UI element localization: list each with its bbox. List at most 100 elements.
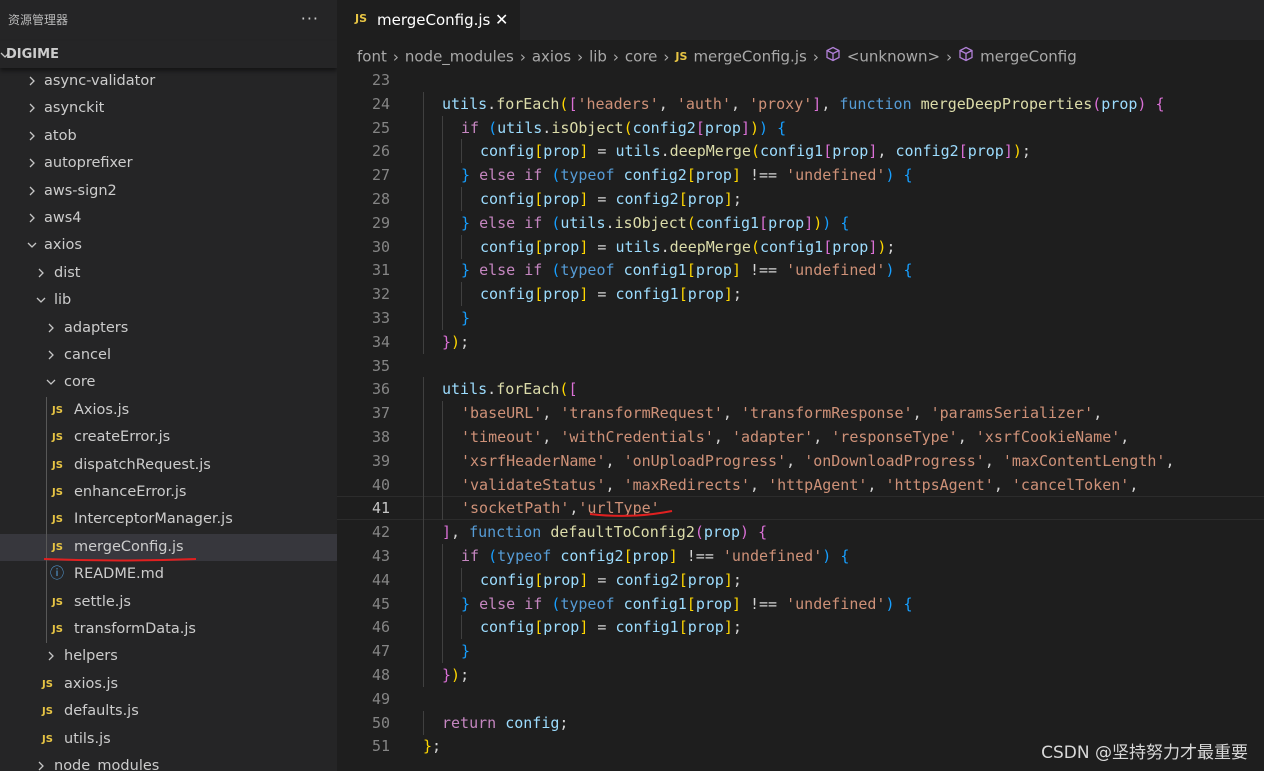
tree-file[interactable]: JS createError.js bbox=[0, 424, 337, 451]
tree-file[interactable]: ⓘ README.md bbox=[0, 561, 337, 588]
tree-file[interactable]: JS enhanceError.js bbox=[0, 479, 337, 506]
tree-file[interactable]: JS InterceptorManager.js bbox=[0, 506, 337, 533]
chevron-right-icon[interactable] bbox=[26, 123, 38, 150]
tree-file[interactable]: JS defaults.js bbox=[0, 698, 337, 725]
chevron-right-icon[interactable] bbox=[26, 150, 38, 177]
breadcrumb-item[interactable]: JS mergeConfig.js bbox=[675, 47, 806, 66]
code-line[interactable]: 40 'validateStatus', 'maxRedirects', 'htt… bbox=[337, 472, 1264, 497]
breadcrumb-item[interactable]: axios bbox=[532, 47, 571, 66]
line-number: 46 bbox=[371, 618, 390, 637]
code-line[interactable]: 35 bbox=[337, 354, 1264, 378]
code-line[interactable]: 38 'timeout', 'withCredentials', 'adapter… bbox=[337, 425, 1264, 449]
chevron-right-icon[interactable] bbox=[45, 342, 57, 369]
code-line[interactable]: 41'socketPath','urlType' bbox=[337, 496, 1264, 521]
code-line[interactable]: 39 'xsrfHeaderName', 'onUploadProgress', … bbox=[337, 448, 1264, 473]
chevron-right-icon[interactable] bbox=[45, 315, 57, 342]
punctuation: , bbox=[542, 404, 561, 423]
breadcrumb-item[interactable]: font bbox=[357, 47, 387, 66]
tree-folder[interactable]: cancel bbox=[0, 342, 337, 369]
breadcrumb-item[interactable]: <unknown> bbox=[825, 46, 940, 66]
code-line[interactable]: 31} else if (typeof config1[prop] !== 'u… bbox=[337, 258, 1264, 283]
tree-folder[interactable]: core bbox=[0, 369, 337, 396]
breadcrumb-item[interactable]: mergeConfig bbox=[958, 46, 1077, 66]
code-line[interactable]: 45} else if (typeof config1[prop] !== 'u… bbox=[337, 591, 1264, 616]
more-actions-icon[interactable]: ··· bbox=[301, 0, 319, 38]
tree-folder[interactable]: dist bbox=[0, 260, 337, 287]
breadcrumb-label: core bbox=[624, 47, 658, 66]
chevron-down-icon[interactable] bbox=[26, 232, 38, 259]
tree-folder[interactable]: autoprefixer bbox=[0, 150, 337, 177]
code-line[interactable]: 43 if (typeof config2[prop] !== 'undefine… bbox=[337, 544, 1264, 568]
tree-folder[interactable]: async-validator bbox=[0, 68, 337, 95]
punctuation: , bbox=[658, 94, 677, 113]
chevron-right-icon[interactable] bbox=[35, 753, 47, 771]
chevron-right-icon[interactable] bbox=[45, 643, 57, 670]
chevron-right-icon[interactable] bbox=[35, 260, 47, 287]
line-number: 30 bbox=[371, 237, 390, 256]
code-line[interactable]: 42], function defaultToConfig2(prop) { bbox=[337, 520, 1264, 545]
tree-item-label: aws-sign2 bbox=[44, 182, 117, 199]
tree-folder[interactable]: asynckit bbox=[0, 95, 337, 122]
code-line[interactable]: 27} else if (typeof config2[prop] !== 'u… bbox=[337, 163, 1264, 188]
code-line[interactable]: 26 config[prop] = utils.deepMerge(config1… bbox=[337, 139, 1264, 164]
code-editor[interactable]: 23 24 utils.forEach(['headers', 'auth', 'p… bbox=[337, 68, 1264, 771]
workspace-section-header[interactable]: DIGIME bbox=[0, 41, 337, 68]
chevron-right-icon[interactable] bbox=[26, 178, 38, 205]
tree-folder[interactable]: aws4 bbox=[0, 205, 337, 232]
breadcrumb-item[interactable]: node_modules bbox=[405, 47, 514, 66]
identifier: config bbox=[480, 190, 535, 208]
chevron-right-icon[interactable] bbox=[26, 205, 38, 232]
breadcrumb-item[interactable]: lib bbox=[589, 47, 607, 66]
bracket: ) bbox=[759, 118, 769, 137]
code-line[interactable]: 34}); bbox=[337, 329, 1264, 354]
chevron-down-icon[interactable] bbox=[45, 369, 57, 396]
tree-file[interactable]: JS settle.js bbox=[0, 589, 337, 616]
tree-folder[interactable]: node_modules bbox=[0, 753, 337, 771]
code-line[interactable]: 49 bbox=[337, 687, 1264, 711]
code-line[interactable]: 24 utils.forEach(['headers', 'auth', 'pro… bbox=[337, 91, 1264, 116]
code-line[interactable]: 48}); bbox=[337, 663, 1264, 687]
identifier: utils bbox=[615, 142, 661, 161]
code-line[interactable]: 44 config[prop] = config2[prop]; bbox=[337, 567, 1264, 592]
tree-file[interactable]: JS transformData.js bbox=[0, 616, 337, 643]
tree-file[interactable]: JS axios.js bbox=[0, 671, 337, 698]
tree-folder[interactable]: atob bbox=[0, 123, 337, 150]
tree-item-label: cancel bbox=[64, 347, 111, 363]
close-icon[interactable]: ✕ bbox=[495, 0, 508, 40]
tree-folder[interactable]: axios bbox=[0, 232, 337, 259]
code-line[interactable]: 36 utils.forEach([ bbox=[337, 377, 1264, 402]
tree-folder[interactable]: aws-sign2 bbox=[0, 178, 337, 205]
code-line[interactable]: 33} bbox=[337, 306, 1264, 330]
tree-file[interactable]: JS utils.js bbox=[0, 726, 337, 753]
code-line[interactable]: 25 if (utils.isObject(config2[prop])) { bbox=[337, 115, 1264, 140]
chevron-right-icon[interactable] bbox=[26, 95, 38, 122]
identifier: config1 bbox=[759, 142, 824, 161]
indent-guide bbox=[461, 567, 462, 592]
chevron-right-icon[interactable] bbox=[26, 68, 38, 95]
code-line[interactable]: 50 return config; bbox=[337, 710, 1264, 735]
bracket: [ bbox=[678, 285, 688, 304]
indent-guide bbox=[423, 544, 424, 568]
chevron-down-icon[interactable] bbox=[35, 287, 47, 314]
code-text: }; bbox=[423, 734, 441, 758]
tree-file[interactable]: JS dispatchRequest.js bbox=[0, 452, 337, 479]
tab-bar: JS mergeConfig.js ✕ bbox=[337, 0, 1264, 40]
tab-mergeconfig[interactable]: JS mergeConfig.js ✕ bbox=[337, 0, 520, 40]
code-line[interactable]: 30 config[prop] = utils.deepMerge(config1… bbox=[337, 234, 1264, 259]
bracket: ) bbox=[885, 166, 895, 185]
indent-guide bbox=[442, 425, 443, 449]
code-line[interactable]: 46 config[prop] = config1[prop]; bbox=[337, 615, 1264, 640]
string: 'undefined' bbox=[786, 594, 886, 613]
tree-folder[interactable]: lib bbox=[0, 287, 337, 314]
code-line[interactable]: 23 bbox=[337, 68, 1264, 92]
code-line[interactable]: 47} bbox=[337, 639, 1264, 664]
tree-folder[interactable]: helpers bbox=[0, 643, 337, 670]
code-line[interactable]: 29} else if (utils.isObject(config1[prop… bbox=[337, 210, 1264, 235]
tree-folder[interactable]: adapters bbox=[0, 315, 337, 342]
breadcrumb-item[interactable]: core bbox=[624, 47, 658, 66]
line-number: 40 bbox=[371, 475, 390, 494]
code-line[interactable]: 37 'baseURL', 'transformRequest', 'transf… bbox=[337, 401, 1264, 426]
tree-file[interactable]: JS Axios.js bbox=[0, 397, 337, 424]
code-line[interactable]: 32 config[prop] = config1[prop]; bbox=[337, 282, 1264, 307]
code-line[interactable]: 28 config[prop] = config2[prop]; bbox=[337, 187, 1264, 211]
